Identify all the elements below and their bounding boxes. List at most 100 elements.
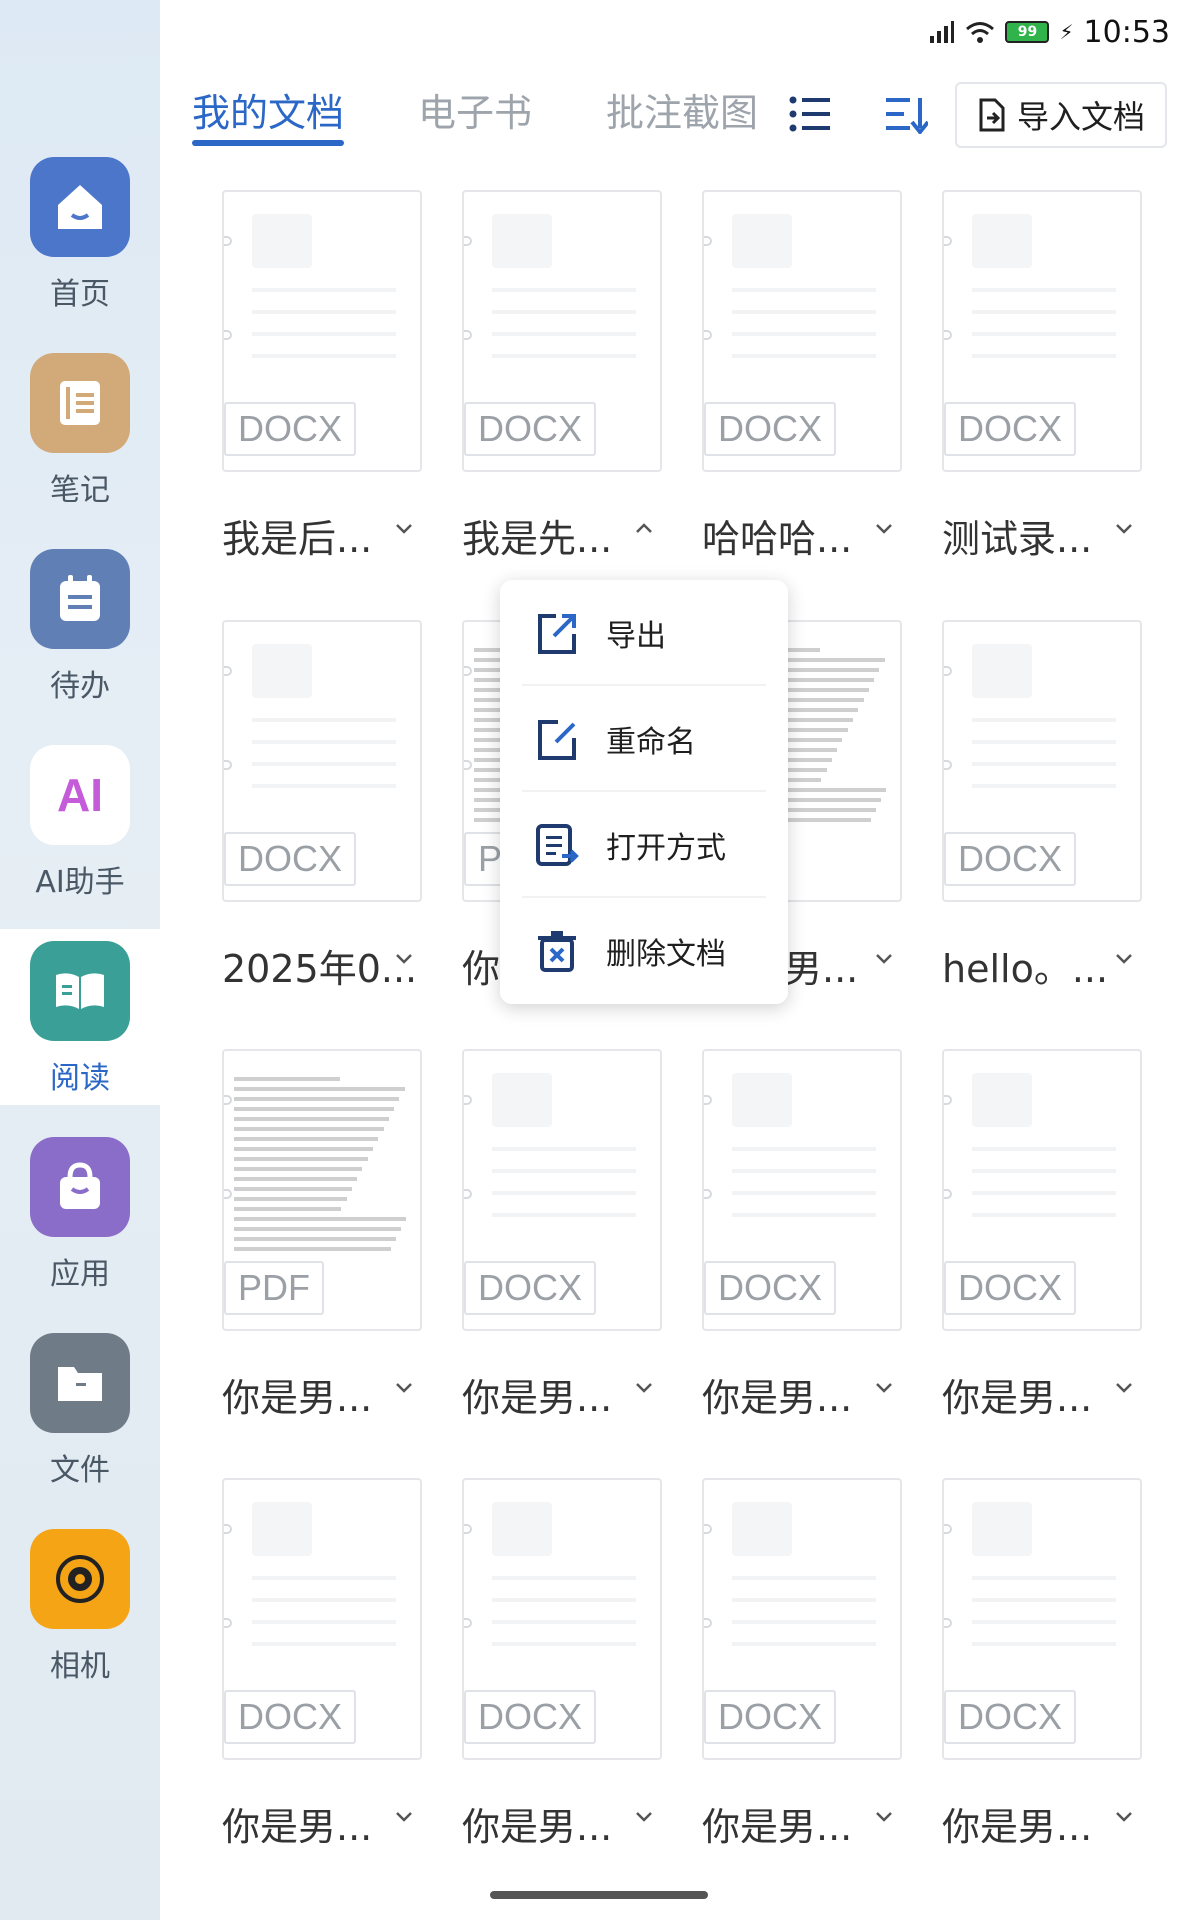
page-placeholder-line bbox=[492, 1147, 636, 1151]
binding-ring bbox=[224, 1524, 232, 1534]
page-placeholder-block bbox=[252, 644, 312, 698]
page-placeholder-line bbox=[252, 1642, 396, 1646]
page-placeholder-line bbox=[492, 310, 636, 314]
document-card[interactable]: DOCX 你是男... bbox=[440, 1478, 662, 1849]
file-type-badge: DOCX bbox=[944, 402, 1077, 456]
document-name: 你 bbox=[462, 947, 501, 991]
sidebar-item-files[interactable]: 文件 bbox=[0, 1333, 160, 1529]
document-card[interactable]: DOCX 你是男... bbox=[680, 1478, 902, 1849]
page-placeholder-line bbox=[252, 740, 396, 744]
document-thumbnail[interactable]: DOCX bbox=[222, 620, 422, 902]
binding-ring bbox=[944, 236, 952, 246]
document-card[interactable]: DOCX 你是男... bbox=[440, 1049, 662, 1420]
chevron-down-icon[interactable] bbox=[392, 1804, 416, 1828]
document-thumbnail[interactable]: DOCX bbox=[462, 1478, 662, 1760]
page-placeholder-line bbox=[972, 354, 1116, 358]
menu-item-label: 打开方式 bbox=[606, 831, 726, 866]
home-icon bbox=[30, 157, 130, 257]
binding-ring bbox=[224, 1189, 232, 1199]
document-name: 2025年0... bbox=[222, 947, 418, 991]
document-thumbnail[interactable]: DOCX bbox=[942, 620, 1142, 902]
document-card[interactable]: DOCX 哈哈哈... bbox=[680, 190, 902, 561]
chevron-down-icon[interactable] bbox=[872, 1375, 896, 1399]
binding-ring bbox=[944, 666, 952, 676]
file-type-badge: DOCX bbox=[704, 402, 837, 456]
document-thumbnail[interactable]: DOCX bbox=[702, 190, 902, 472]
sidebar-item-label: 阅读 bbox=[50, 1061, 110, 1096]
document-thumbnail[interactable]: DOCX bbox=[462, 190, 662, 472]
document-card[interactable]: DOCX 2025年0... bbox=[200, 620, 422, 991]
chevron-down-icon[interactable] bbox=[632, 1804, 656, 1828]
document-thumbnail[interactable]: DOCX bbox=[702, 1478, 902, 1760]
sidebar-item-camera[interactable]: 相机 bbox=[0, 1529, 160, 1725]
page-placeholder-line bbox=[492, 354, 636, 358]
document-card[interactable]: DOCX 我是先... bbox=[440, 190, 662, 561]
menu-item-rename[interactable]: 重命名 bbox=[500, 686, 788, 792]
binding-ring bbox=[464, 330, 472, 340]
file-type-badge: DOCX bbox=[704, 1690, 837, 1744]
document-card[interactable]: DOCX 你是男... bbox=[200, 1478, 422, 1849]
binding-ring bbox=[224, 236, 232, 246]
binding-ring bbox=[464, 1189, 472, 1199]
binding-ring bbox=[944, 1189, 952, 1199]
document-card[interactable]: DOCX 你是男... bbox=[920, 1478, 1142, 1849]
binding-ring bbox=[464, 666, 472, 676]
page-placeholder-block bbox=[492, 214, 552, 268]
sidebar-item-home[interactable]: 首页 bbox=[0, 157, 160, 353]
document-name: 你是男... bbox=[702, 1376, 853, 1420]
menu-item-open-with[interactable]: 打开方式 bbox=[500, 792, 788, 898]
document-name: 你是男... bbox=[942, 1805, 1093, 1849]
chevron-down-icon[interactable] bbox=[1112, 946, 1136, 970]
sidebar-item-label: 相机 bbox=[50, 1649, 110, 1684]
document-card[interactable]: DOCX hello。... bbox=[920, 620, 1142, 991]
document-thumbnail[interactable]: DOCX bbox=[942, 1049, 1142, 1331]
chevron-down-icon[interactable] bbox=[872, 516, 896, 540]
document-thumbnail[interactable]: DOCX bbox=[222, 190, 422, 472]
page-placeholder-line bbox=[732, 1191, 876, 1195]
document-thumbnail[interactable]: DOCX bbox=[222, 1478, 422, 1760]
document-thumbnail[interactable]: DOCX bbox=[942, 1478, 1142, 1760]
page-placeholder-line bbox=[972, 1213, 1116, 1217]
document-thumbnail[interactable]: PDF bbox=[222, 1049, 422, 1331]
binding-ring bbox=[464, 1524, 472, 1534]
chevron-down-icon[interactable] bbox=[1112, 1375, 1136, 1399]
chevron-down-icon[interactable] bbox=[872, 946, 896, 970]
document-thumbnail[interactable]: DOCX bbox=[942, 190, 1142, 472]
chevron-down-icon[interactable] bbox=[1112, 516, 1136, 540]
sidebar-item-notes[interactable]: 笔记 bbox=[0, 353, 160, 549]
document-name: 我是后... bbox=[222, 517, 373, 561]
page-placeholder-line bbox=[972, 762, 1116, 766]
chevron-up-icon[interactable] bbox=[632, 516, 656, 540]
menu-item-delete[interactable]: 删除文档 bbox=[500, 898, 788, 1004]
document-card[interactable]: PDF 你是男... bbox=[200, 1049, 422, 1420]
chevron-down-icon[interactable] bbox=[392, 516, 416, 540]
chevron-down-icon[interactable] bbox=[392, 946, 416, 970]
sidebar-item-ai[interactable]: AI AI助手 bbox=[0, 745, 160, 941]
menu-item-export[interactable]: 导出 bbox=[500, 580, 788, 686]
binding-ring bbox=[464, 760, 472, 770]
binding-ring bbox=[704, 1095, 712, 1105]
home-indicator[interactable] bbox=[490, 1891, 708, 1899]
page-placeholder-line bbox=[492, 332, 636, 336]
ai-glyph: AI bbox=[57, 769, 103, 821]
document-thumbnail[interactable]: DOCX bbox=[702, 1049, 902, 1331]
chevron-down-icon[interactable] bbox=[392, 1375, 416, 1399]
document-card[interactable]: DOCX 你是男... bbox=[920, 1049, 1142, 1420]
document-name: 我是先... bbox=[462, 517, 613, 561]
document-thumbnail[interactable]: DOCX bbox=[462, 1049, 662, 1331]
page-placeholder-line bbox=[492, 1598, 636, 1602]
document-card[interactable]: DOCX 我是后... bbox=[200, 190, 422, 561]
export-icon bbox=[538, 614, 576, 654]
page-placeholder-line bbox=[972, 740, 1116, 744]
page-placeholder-line bbox=[972, 1576, 1116, 1580]
sidebar-item-apps[interactable]: 应用 bbox=[0, 1137, 160, 1333]
chevron-down-icon[interactable] bbox=[1112, 1804, 1136, 1828]
sidebar-item-reading[interactable]: 阅读 bbox=[0, 929, 160, 1105]
chevron-down-icon[interactable] bbox=[872, 1804, 896, 1828]
sidebar-item-todo[interactable]: 待办 bbox=[0, 549, 160, 745]
document-card[interactable]: DOCX 测试录... bbox=[920, 190, 1142, 561]
page-placeholder-line bbox=[972, 1191, 1116, 1195]
chevron-down-icon[interactable] bbox=[632, 1375, 656, 1399]
document-card[interactable]: DOCX 你是男... bbox=[680, 1049, 902, 1420]
file-type-badge: DOCX bbox=[224, 402, 357, 456]
